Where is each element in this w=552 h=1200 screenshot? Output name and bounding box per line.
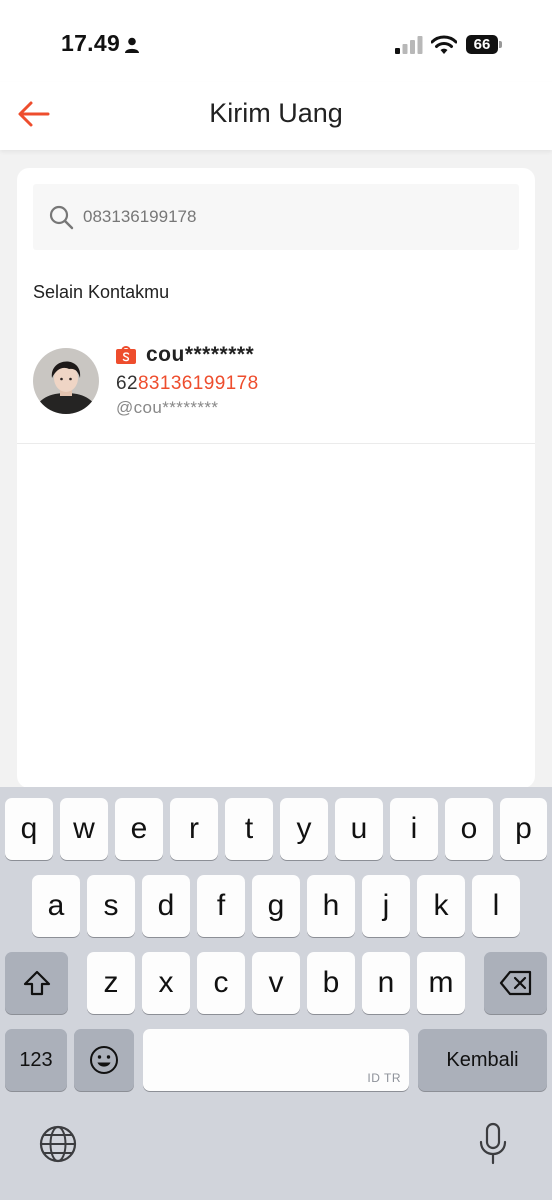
key-a[interactable]: a	[32, 875, 80, 937]
key-m[interactable]: m	[417, 952, 465, 1014]
key-u[interactable]: u	[335, 798, 383, 860]
contact-username: @cou********	[116, 398, 219, 417]
phone-match-highlight: 83136199178	[137, 373, 259, 394]
return-key[interactable]: Kembali	[418, 1029, 547, 1091]
numbers-key[interactable]: 123	[5, 1029, 67, 1091]
emoji-key[interactable]	[74, 1029, 134, 1091]
search-icon	[49, 205, 74, 230]
page-title: Kirim Uang	[209, 98, 343, 128]
key-f[interactable]: f	[197, 875, 245, 937]
wifi-icon	[431, 35, 457, 54]
status-time: 17.49	[61, 30, 121, 56]
phone-prefix: 62	[116, 373, 138, 394]
key-p[interactable]: p	[500, 798, 547, 860]
keyboard: q w e r t y u i o p a s d f g h j k l z …	[0, 787, 552, 1200]
backspace-key[interactable]	[484, 952, 547, 1014]
microphone-icon[interactable]	[478, 1122, 508, 1166]
key-k[interactable]: k	[417, 875, 465, 937]
key-g[interactable]: g	[252, 875, 300, 937]
section-label: Selain Kontakmu	[33, 282, 170, 302]
contact-row[interactable]: cou******** 6283136199178 @cou********	[17, 326, 535, 444]
key-z[interactable]: z	[87, 952, 135, 1014]
shop-icon	[116, 346, 136, 364]
status-bar: 17.49 66	[0, 0, 552, 82]
content-card: Selain Kontakmu cou******** 628313619917…	[17, 168, 535, 788]
cellular-signal-icon	[395, 36, 423, 54]
key-c[interactable]: c	[197, 952, 245, 1014]
contact-phone: 6283136199178	[116, 373, 259, 395]
key-l[interactable]: l	[472, 875, 520, 937]
space-key[interactable]: ID TR	[143, 1029, 409, 1091]
key-q[interactable]: q	[5, 798, 53, 860]
key-o[interactable]: o	[445, 798, 493, 860]
emoji-icon	[90, 1046, 118, 1074]
key-s[interactable]: s	[87, 875, 135, 937]
battery-indicator: 66	[466, 35, 502, 54]
search-box[interactable]	[33, 184, 519, 250]
shift-key[interactable]	[5, 952, 68, 1014]
key-h[interactable]: h	[307, 875, 355, 937]
key-w[interactable]: w	[60, 798, 108, 860]
space-language-hint: ID TR	[367, 1071, 401, 1085]
globe-icon[interactable]	[38, 1124, 78, 1164]
shift-icon	[23, 970, 50, 996]
key-j[interactable]: j	[362, 875, 410, 937]
key-x[interactable]: x	[142, 952, 190, 1014]
nav-header: Kirim Uang	[0, 82, 552, 150]
key-b[interactable]: b	[307, 952, 355, 1014]
key-y[interactable]: y	[280, 798, 328, 860]
key-n[interactable]: n	[362, 952, 410, 1014]
battery-level: 66	[466, 35, 498, 54]
search-input[interactable]	[83, 184, 503, 250]
contact-name: cou********	[146, 343, 255, 366]
key-d[interactable]: d	[142, 875, 190, 937]
key-t[interactable]: t	[225, 798, 273, 860]
battery-cap	[499, 41, 502, 48]
key-v[interactable]: v	[252, 952, 300, 1014]
backspace-icon	[499, 970, 531, 996]
person-icon	[125, 37, 139, 53]
avatar	[33, 348, 99, 414]
key-r[interactable]: r	[170, 798, 218, 860]
key-e[interactable]: e	[115, 798, 163, 860]
key-i[interactable]: i	[390, 798, 438, 860]
